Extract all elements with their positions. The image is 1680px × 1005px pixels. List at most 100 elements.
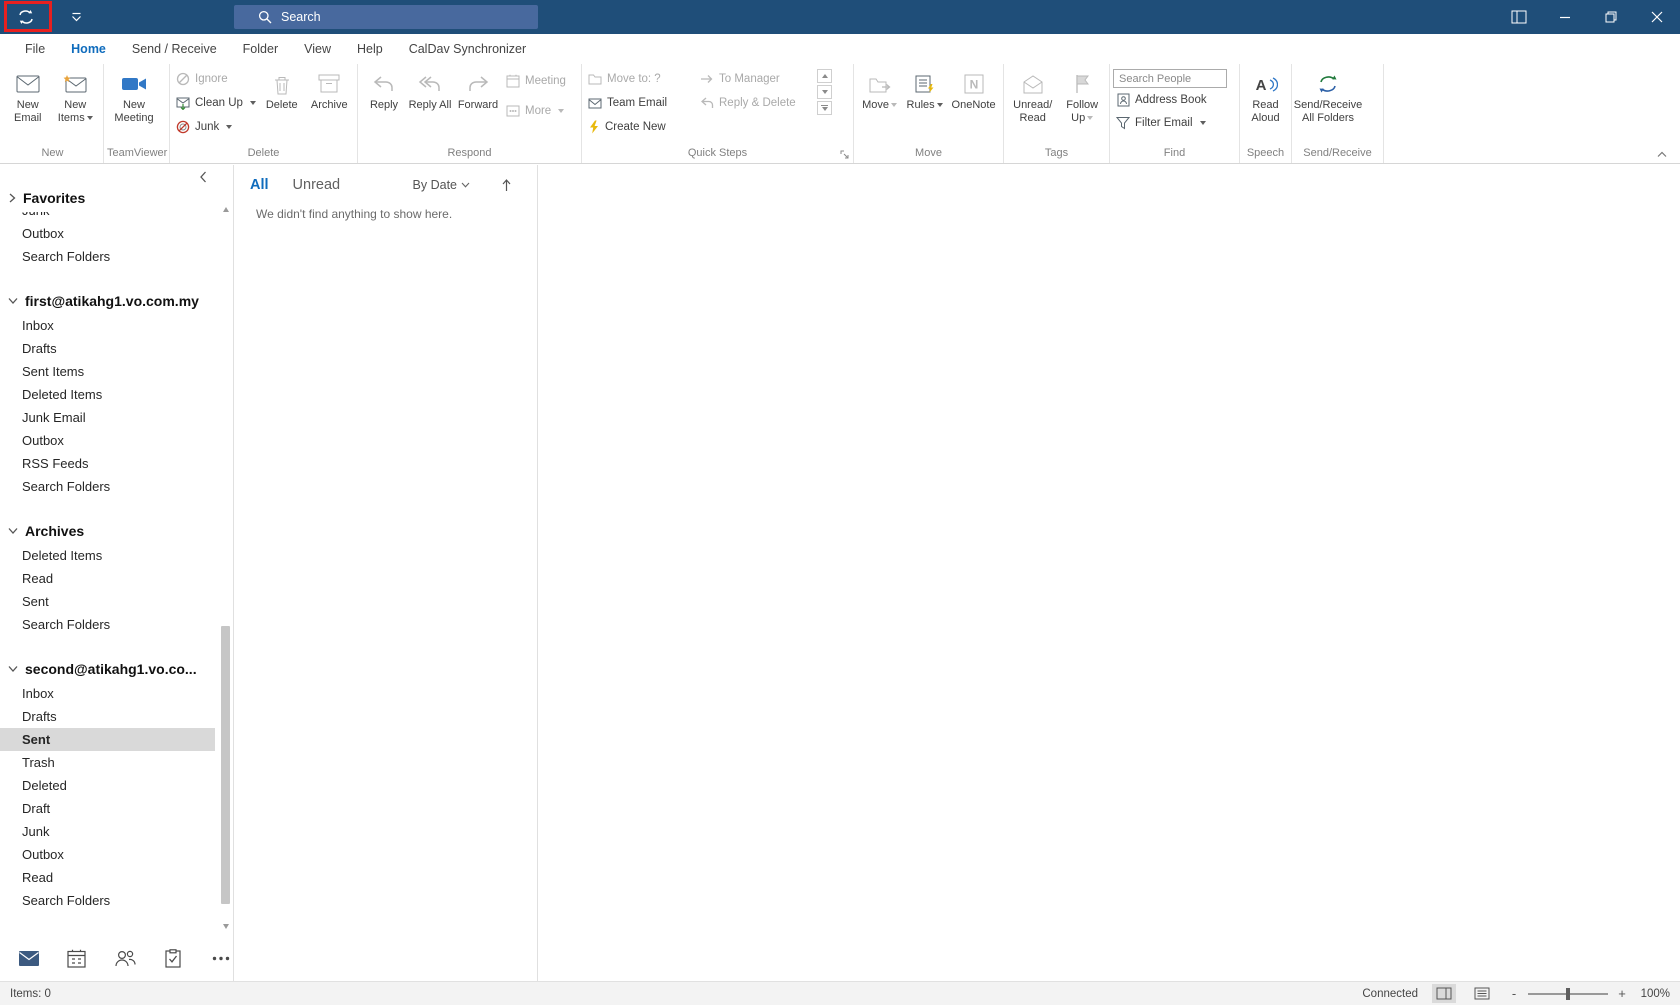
quickstep-move-to-button[interactable]: Move to: ? <box>585 69 697 89</box>
tab-caldav-synchronizer[interactable]: CalDav Synchronizer <box>396 34 539 64</box>
search-people-input[interactable] <box>1113 69 1227 88</box>
filter-tab-unread[interactable]: Unread <box>293 177 341 193</box>
zoom-in-button[interactable]: + <box>1616 986 1628 1001</box>
gallery-scroll-up-button[interactable] <box>817 69 832 83</box>
tab-help[interactable]: Help <box>344 34 396 64</box>
mail-module-button[interactable] <box>17 946 40 970</box>
gallery-scroll-down-button[interactable] <box>817 85 832 99</box>
unread-read-button[interactable]: Unread/ Read <box>1007 64 1058 146</box>
archive-button[interactable]: Archive <box>305 64 355 146</box>
junk-button[interactable]: Junk <box>173 117 259 137</box>
reply-button[interactable]: Reply <box>361 64 407 146</box>
new-email-button[interactable]: New Email <box>5 64 51 146</box>
folder-item[interactable]: Search Folders <box>0 475 215 498</box>
reading-pane-off-view-button[interactable] <box>1470 984 1494 1003</box>
rules-button[interactable]: Rules <box>902 64 947 146</box>
search-icon <box>258 10 272 24</box>
more-respond-button[interactable]: More <box>503 101 569 121</box>
sort-by-date-dropdown[interactable]: By Date <box>413 178 470 192</box>
scroll-up-arrow[interactable] <box>219 203 232 216</box>
zoom-slider[interactable] <box>1528 987 1608 1000</box>
account2-header[interactable]: second@atikahg1.vo.co... <box>0 656 233 682</box>
quickstep-reply-delete-button[interactable]: Reply & Delete <box>697 93 815 113</box>
lightning-icon <box>588 120 600 134</box>
quick-steps-dialog-launcher[interactable] <box>840 150 850 160</box>
folder-item[interactable]: Search Folders <box>0 613 215 636</box>
onenote-button[interactable]: N OneNote <box>947 64 1000 146</box>
ignore-button[interactable]: Ignore <box>173 69 259 89</box>
zoom-slider-thumb[interactable] <box>1566 987 1570 1000</box>
folder-item[interactable]: Sent Items <box>0 360 215 383</box>
calendar-module-button[interactable] <box>65 946 88 970</box>
folder-pane-scrollbar[interactable] <box>219 203 232 933</box>
forward-button[interactable]: Forward <box>453 64 503 146</box>
folder-item[interactable]: Sent <box>0 590 215 613</box>
filter-tab-all[interactable]: All <box>250 177 269 193</box>
tasks-module-button[interactable] <box>162 946 185 970</box>
restore-button[interactable] <box>1588 0 1634 34</box>
folder-item[interactable]: Search Folders <box>0 889 215 912</box>
collapse-ribbon-button[interactable] <box>1656 151 1668 158</box>
folder-item[interactable]: Inbox <box>0 314 215 337</box>
quickstep-create-new-button[interactable]: Create New <box>585 117 697 137</box>
folder-item[interactable]: Junk Email <box>0 406 215 429</box>
send-receive-quick-button[interactable] <box>14 5 38 29</box>
zoom-out-button[interactable]: - <box>1508 986 1520 1001</box>
scroll-down-arrow[interactable] <box>219 920 232 933</box>
folder-item[interactable]: RSS Feeds <box>0 452 215 475</box>
delete-button[interactable]: Delete <box>259 64 305 146</box>
folder-item[interactable]: Inbox <box>0 682 215 705</box>
new-meeting-button[interactable]: New Meeting <box>107 64 161 146</box>
folder-item[interactable]: Deleted <box>0 774 215 797</box>
folder-item[interactable]: Search Folders <box>0 245 215 268</box>
read-aloud-button[interactable]: A Read Aloud <box>1243 64 1288 146</box>
sort-direction-button[interactable] <box>502 178 511 192</box>
quickstep-team-email-button[interactable]: Team Email <box>585 93 697 113</box>
folder-item[interactable]: Deleted Items <box>0 544 215 567</box>
folder-item[interactable]: Junk <box>0 820 215 843</box>
folder-item[interactable]: Drafts <box>0 337 215 360</box>
folder-item[interactable]: Outbox <box>0 222 215 245</box>
reply-arrow-icon <box>372 69 396 99</box>
address-book-button[interactable]: Address Book <box>1113 90 1210 110</box>
search-bar[interactable]: Search <box>234 5 538 29</box>
folder-item[interactable]: Read <box>0 866 215 889</box>
folder-item[interactable]: Deleted Items <box>0 383 215 406</box>
follow-up-button[interactable]: Follow Up <box>1058 64 1106 146</box>
meeting-calendar-icon <box>506 74 520 88</box>
close-button[interactable] <box>1634 0 1680 34</box>
folder-item[interactable]: Sent <box>0 728 215 751</box>
folder-item[interactable]: Outbox <box>0 429 215 452</box>
folder-item[interactable]: Read <box>0 567 215 590</box>
gallery-expand-button[interactable] <box>817 101 832 115</box>
filter-email-button[interactable]: Filter Email <box>1113 113 1209 133</box>
titlebar: Search <box>0 0 1680 34</box>
customize-quick-access-button[interactable] <box>64 5 88 29</box>
people-module-button[interactable] <box>113 946 136 970</box>
account1-header[interactable]: first@atikahg1.vo.com.my <box>0 288 233 314</box>
quickstep-to-manager-button[interactable]: To Manager <box>697 69 815 89</box>
folder-item[interactable]: Drafts <box>0 705 215 728</box>
minimize-button[interactable] <box>1542 0 1588 34</box>
clean-up-button[interactable]: Clean Up <box>173 93 259 113</box>
collapse-folder-pane-button[interactable] <box>197 169 209 185</box>
reading-pane-right-view-button[interactable] <box>1432 984 1456 1003</box>
new-items-button[interactable]: New Items <box>51 64 100 146</box>
meeting-button[interactable]: Meeting <box>503 71 569 91</box>
folder-item[interactable]: Trash <box>0 751 215 774</box>
folder-item[interactable]: Outbox <box>0 843 215 866</box>
move-button[interactable]: Move <box>857 64 902 146</box>
folder-item[interactable]: Draft <box>0 797 215 820</box>
reply-all-button[interactable]: Reply All <box>407 64 453 146</box>
tab-folder[interactable]: Folder <box>230 34 291 64</box>
tab-home[interactable]: Home <box>58 34 119 64</box>
tab-file[interactable]: File <box>12 34 58 64</box>
reading-pane-layout-button[interactable] <box>1496 0 1542 34</box>
tab-send-receive[interactable]: Send / Receive <box>119 34 230 64</box>
tab-view[interactable]: View <box>291 34 344 64</box>
more-modules-button[interactable] <box>210 946 233 970</box>
send-receive-all-folders-button[interactable]: Send/Receive All Folders <box>1294 64 1362 146</box>
scrollbar-thumb[interactable] <box>221 626 230 904</box>
calendar-icon <box>67 949 86 968</box>
archives-header[interactable]: Archives <box>0 518 233 544</box>
